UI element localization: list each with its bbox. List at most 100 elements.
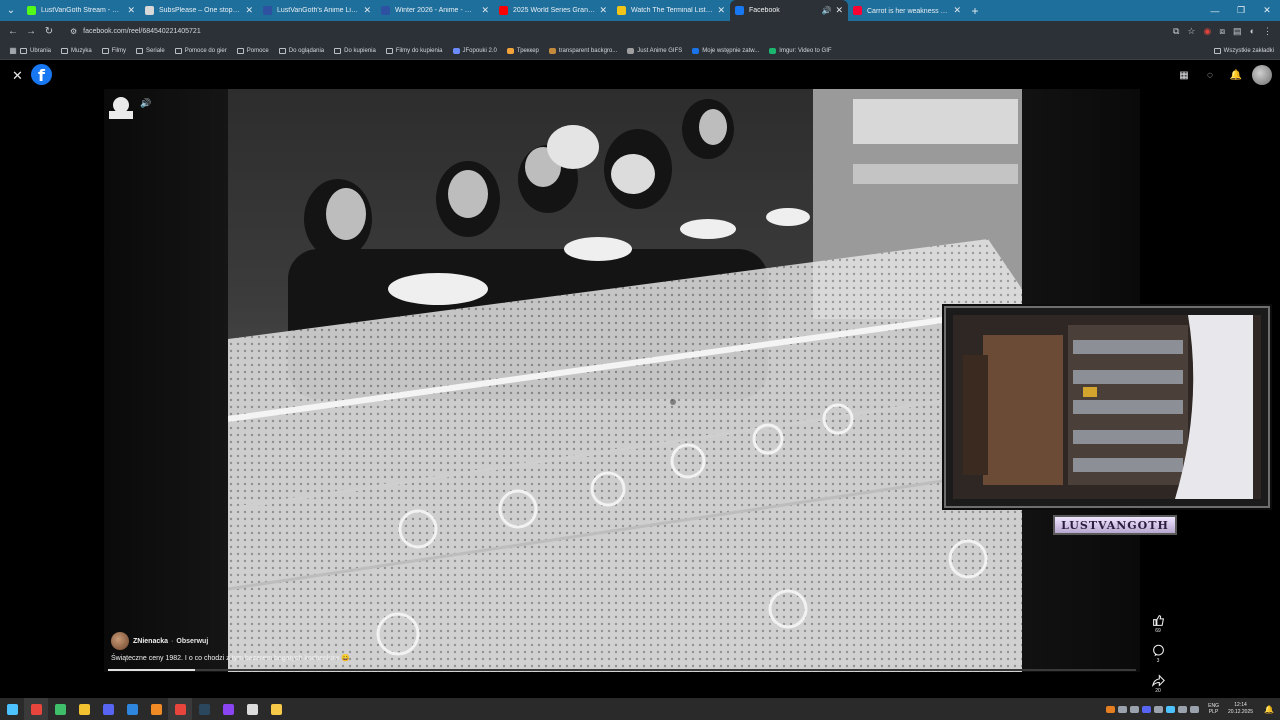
language-indicator[interactable]: ENG PLP [1208, 703, 1219, 715]
cursor [670, 399, 676, 405]
bookmark-item[interactable]: Треккер [506, 47, 539, 54]
tray-icon[interactable] [1130, 705, 1140, 713]
browser-tab[interactable]: LustVanGoth Stream - Watch L ✕ [22, 0, 140, 21]
tab-close-icon[interactable]: ✕ [481, 5, 489, 16]
author-avatar[interactable] [111, 632, 129, 650]
account-avatar[interactable] [1252, 65, 1272, 85]
share-button[interactable]: 20 [1151, 674, 1165, 694]
browser-tab[interactable]: SubsPlease – One stop shop fo✕ [140, 0, 258, 21]
bookmark-item[interactable]: Do kupienia [334, 47, 376, 54]
tray-icon[interactable] [1142, 705, 1152, 713]
taskbar-app-purple-icon[interactable] [216, 698, 240, 720]
tab-title: Watch The Terminal List Season [631, 7, 713, 14]
menu-kebab-icon[interactable]: ⋮ [1263, 26, 1272, 37]
notifications-icon[interactable]: 🔔 [1226, 65, 1246, 85]
tray-icon[interactable] [1166, 705, 1176, 713]
browser-tab[interactable]: Winter 2026 - Anime - MyAnim✕ [376, 0, 494, 21]
forward-icon[interactable]: → [22, 26, 40, 37]
clock[interactable]: 12:14 20.12.2025 [1228, 702, 1253, 716]
bookmark-item[interactable]: Ubrania [20, 47, 51, 54]
bookmark-item[interactable]: Muzyka [61, 47, 92, 54]
tab-search-icon[interactable]: ⌄ [0, 0, 22, 21]
apps-grid-icon[interactable]: ▦ [6, 46, 20, 55]
bookmark-item[interactable]: Pomoce [236, 47, 269, 54]
bookmark-item[interactable]: JFopouki 2.0 [452, 47, 497, 54]
sidebar-icon[interactable]: ▤ [1233, 26, 1242, 37]
volume-icon[interactable]: 🔊 [140, 98, 151, 109]
taskbar-explorer-icon[interactable] [264, 698, 288, 720]
comment-button[interactable]: 3 [1152, 644, 1165, 664]
app-green-icon [54, 703, 66, 715]
taskbar: ENG PLP 12:14 20.12.2025 🔔 [0, 698, 1280, 720]
tab-audio-icon[interactable]: 🔊 [821, 6, 831, 15]
facebook-logo[interactable]: f [31, 64, 52, 85]
menu-grid-icon[interactable]: ▦ [1174, 65, 1194, 85]
new-tab-button[interactable]: + [966, 0, 984, 21]
taskbar-windows-start-icon[interactable] [0, 698, 24, 720]
bookmark-item[interactable]: Seriale [136, 47, 165, 54]
app-blue-icon [126, 703, 138, 715]
tray-icon[interactable] [1106, 705, 1116, 713]
maximize-icon[interactable]: ❐ [1228, 0, 1254, 21]
url-text[interactable]: facebook.com/reel/684540221405721 [83, 28, 201, 35]
bookmark-item[interactable]: Do oglądania [278, 47, 324, 54]
bookmark-item[interactable]: Filmy do kupienia [385, 47, 443, 54]
close-window-icon[interactable]: ✕ [1254, 0, 1280, 21]
bookmark-item[interactable]: Filmy [101, 47, 126, 54]
taskbar-chrome-2-icon[interactable] [168, 698, 192, 720]
bookmark-item[interactable]: Just Anime GIFS [627, 47, 682, 54]
bookmark-star-icon[interactable]: ☆ [1187, 26, 1195, 37]
taskbar-app-white-icon[interactable] [240, 698, 264, 720]
bookmark-label: Imgur: Video to GIF [779, 47, 832, 54]
taskbar-app-blue-icon[interactable] [120, 698, 144, 720]
bookmark-item[interactable]: Imgur: Video to GIF [769, 47, 832, 54]
volume-tray-icon[interactable] [1190, 705, 1200, 713]
tray-icon[interactable] [1154, 705, 1164, 713]
network-icon[interactable] [1178, 705, 1188, 713]
tab-close-icon[interactable]: ✕ [363, 5, 371, 16]
all-bookmarks[interactable]: Wszystkie zakładki [1213, 47, 1274, 54]
browser-tab[interactable]: Facebook 🔊 ✕ [730, 0, 848, 21]
tab-close-icon[interactable]: ✕ [599, 5, 607, 16]
tab-close-icon[interactable]: ✕ [245, 5, 253, 16]
close-icon[interactable]: ✕ [12, 68, 23, 84]
browser-tab[interactable]: Carrot is her weakness 🤭 #ani✕ [848, 0, 966, 21]
extensions-puzzle-icon[interactable]: ⧈ [1219, 26, 1225, 37]
video-progress-bar[interactable] [108, 669, 1136, 671]
tab-title: SubsPlease – One stop shop fo [159, 7, 242, 14]
bookmark-item[interactable]: transparent backgro... [548, 47, 617, 54]
omnibox[interactable]: ⚙ facebook.com/reel/684540221405721 [64, 24, 1167, 40]
tab-close-icon[interactable]: ✕ [127, 5, 135, 16]
taskbar-discord-icon[interactable] [96, 698, 120, 720]
taskbar-app-green-icon[interactable] [48, 698, 72, 720]
cast-icon[interactable]: ⧉ [1173, 26, 1179, 37]
back-icon[interactable]: ← [4, 26, 22, 37]
tab-close-icon[interactable]: ✕ [717, 5, 725, 16]
site-info-icon[interactable]: ⚙ [70, 27, 77, 36]
browser-tab[interactable]: 2025 World Series Grand Finals ✕ [494, 0, 612, 21]
minimize-icon[interactable]: — [1202, 0, 1228, 21]
reel-caption: Świąteczne ceny 1982. I o co chodzi z ty… [111, 655, 351, 662]
tray-icon[interactable] [1118, 705, 1128, 713]
reload-icon[interactable]: ↻ [40, 26, 58, 37]
follow-button[interactable]: Obserwuj [176, 638, 208, 645]
browser-tab[interactable]: Watch The Terminal List Season ✕ [612, 0, 730, 21]
window-controls: — ❐ ✕ [1202, 0, 1280, 21]
tab-close-icon[interactable]: ✕ [953, 5, 961, 16]
author-name[interactable]: ZNienacka [133, 638, 168, 645]
extension-icon[interactable]: ◉ [1203, 26, 1211, 37]
taskbar-app-yellow-icon[interactable] [72, 698, 96, 720]
profile-icon[interactable]: ◐ [1250, 26, 1255, 37]
video-frame[interactable] [228, 89, 1022, 672]
bookmark-item[interactable]: Moje wstępnie zatw... [692, 47, 759, 54]
browser-tab[interactable]: LustVanGoth's Anime List - My ✕ [258, 0, 376, 21]
notification-bell-icon[interactable]: 🔔 [1264, 705, 1274, 714]
taskbar-steam-icon[interactable] [192, 698, 216, 720]
taskbar-vlc-icon[interactable] [144, 698, 168, 720]
video-side-blur-left [104, 89, 228, 672]
messenger-icon[interactable]: ◌ [1200, 65, 1220, 85]
bookmark-item[interactable]: Pomoce do gier [174, 47, 227, 54]
tab-close-icon[interactable]: ✕ [835, 5, 843, 16]
taskbar-chrome-icon[interactable] [24, 698, 48, 720]
like-button[interactable]: 69 [1152, 614, 1165, 634]
